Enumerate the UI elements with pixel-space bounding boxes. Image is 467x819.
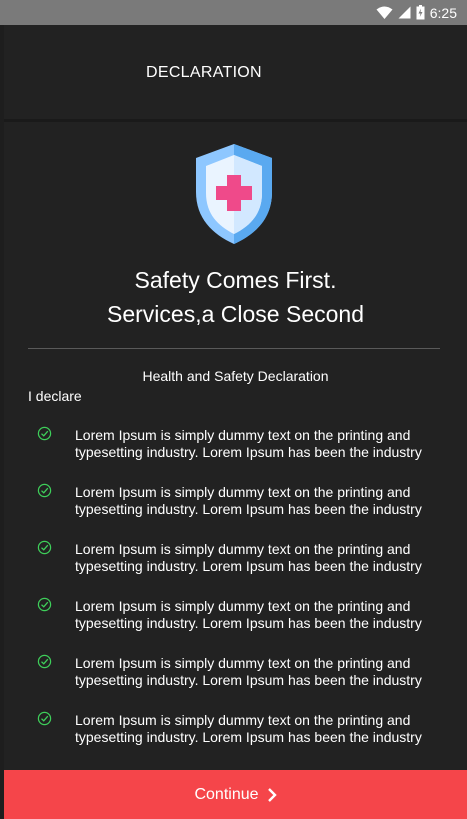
- list-item-line: typesetting industry. Lorem Ipsum has be…: [75, 444, 422, 460]
- check-circle-icon: [37, 711, 52, 726]
- declaration-title: Health and Safety Declaration: [142, 368, 329, 384]
- list-item: Lorem Ipsum is simply dummy text on the …: [34, 482, 444, 539]
- signal-icon: [398, 6, 411, 19]
- continue-label: Continue: [194, 785, 259, 803]
- list-item-text: Lorem Ipsum is simply dummy text on the …: [75, 655, 445, 689]
- check-circle-icon: [37, 426, 52, 441]
- chevron-right-icon: [267, 787, 277, 802]
- check-circle-icon: [37, 597, 52, 612]
- list-item-text: Lorem Ipsum is simply dummy text on the …: [75, 712, 445, 746]
- status-bar-right: 6:25: [376, 0, 457, 25]
- list-item-line: Lorem Ipsum is simply dummy text on the …: [75, 427, 411, 443]
- declaration-intro: I declare: [28, 388, 82, 404]
- list-item-line: Lorem Ipsum is simply dummy text on the …: [75, 712, 411, 728]
- check-circle-icon: [37, 654, 52, 669]
- list-item-line: typesetting industry. Lorem Ipsum has be…: [75, 501, 422, 517]
- check-circle-icon: [37, 483, 52, 498]
- list-item: Lorem Ipsum is simply dummy text on the …: [34, 596, 444, 653]
- page-title: DECLARATION: [146, 64, 262, 81]
- declaration-list: Lorem Ipsum is simply dummy text on the …: [34, 425, 444, 767]
- list-item-text: Lorem Ipsum is simply dummy text on the …: [75, 598, 445, 632]
- battery-icon: [416, 5, 425, 20]
- app-bar: DECLARATION: [4, 25, 467, 122]
- list-item: Lorem Ipsum is simply dummy text on the …: [34, 425, 444, 482]
- continue-button[interactable]: Continue: [4, 770, 467, 819]
- list-item: Lorem Ipsum is simply dummy text on the …: [34, 710, 444, 767]
- list-item-line: Lorem Ipsum is simply dummy text on the …: [75, 598, 411, 614]
- screen: DECLARATION Safety Comes First. Services…: [4, 25, 467, 819]
- status-bar: 6:25: [0, 0, 467, 25]
- headline-line-2: Services,a Close Second: [107, 301, 364, 327]
- list-item-line: Lorem Ipsum is simply dummy text on the …: [75, 484, 411, 500]
- list-item-text: Lorem Ipsum is simply dummy text on the …: [75, 427, 445, 461]
- list-item-line: Lorem Ipsum is simply dummy text on the …: [75, 541, 411, 557]
- wifi-icon: [376, 6, 393, 19]
- headline: Safety Comes First. Services,a Close Sec…: [4, 263, 467, 331]
- divider: [28, 348, 440, 349]
- list-item-line: typesetting industry. Lorem Ipsum has be…: [75, 558, 422, 574]
- list-item: Lorem Ipsum is simply dummy text on the …: [34, 539, 444, 596]
- list-item-line: typesetting industry. Lorem Ipsum has be…: [75, 672, 422, 688]
- headline-line-1: Safety Comes First.: [134, 267, 337, 293]
- check-circle-icon: [37, 540, 52, 555]
- list-item-text: Lorem Ipsum is simply dummy text on the …: [75, 541, 445, 575]
- shield-plus-icon: [196, 144, 272, 244]
- list-item-line: Lorem Ipsum is simply dummy text on the …: [75, 655, 411, 671]
- list-item: Lorem Ipsum is simply dummy text on the …: [34, 653, 444, 710]
- list-item-line: typesetting industry. Lorem Ipsum has be…: [75, 615, 422, 631]
- status-time: 6:25: [429, 4, 457, 21]
- list-item-text: Lorem Ipsum is simply dummy text on the …: [75, 484, 445, 518]
- list-item-line: typesetting industry. Lorem Ipsum has be…: [75, 729, 422, 745]
